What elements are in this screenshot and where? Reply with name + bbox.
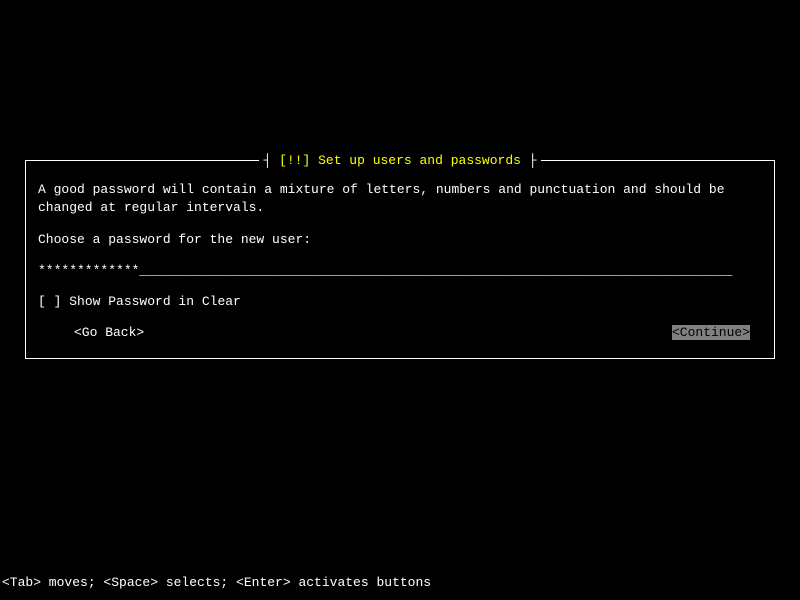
checkbox-state: [ ] — [38, 294, 61, 309]
go-back-button[interactable]: <Go Back> — [74, 325, 144, 340]
title-text: Set up users and passwords — [318, 153, 521, 168]
continue-button[interactable]: <Continue> — [672, 325, 750, 340]
footer-help-text: <Tab> moves; <Space> selects; <Enter> ac… — [2, 575, 431, 590]
password-dialog: ┤ [!!] Set up users and passwords ├ A go… — [25, 160, 775, 359]
password-value: ************* — [38, 263, 139, 278]
show-password-checkbox[interactable]: [ ] Show Password in Clear — [38, 294, 762, 309]
title-bracket-right: ├ — [521, 153, 537, 168]
dialog-description: A good password will contain a mixture o… — [38, 181, 762, 216]
password-underline: ________________________________________… — [139, 263, 732, 278]
button-row: <Go Back> <Continue> — [38, 325, 762, 340]
password-input[interactable]: *************___________________________… — [38, 263, 762, 278]
dialog-title: ┤ [!!] Set up users and passwords ├ — [259, 153, 540, 168]
title-priority: [!!] — [279, 153, 310, 168]
password-prompt: Choose a password for the new user: — [38, 232, 762, 247]
checkbox-label: Show Password in Clear — [69, 294, 241, 309]
dialog-title-container: ┤ [!!] Set up users and passwords ├ — [26, 153, 774, 168]
title-bracket-left: ┤ — [263, 153, 279, 168]
